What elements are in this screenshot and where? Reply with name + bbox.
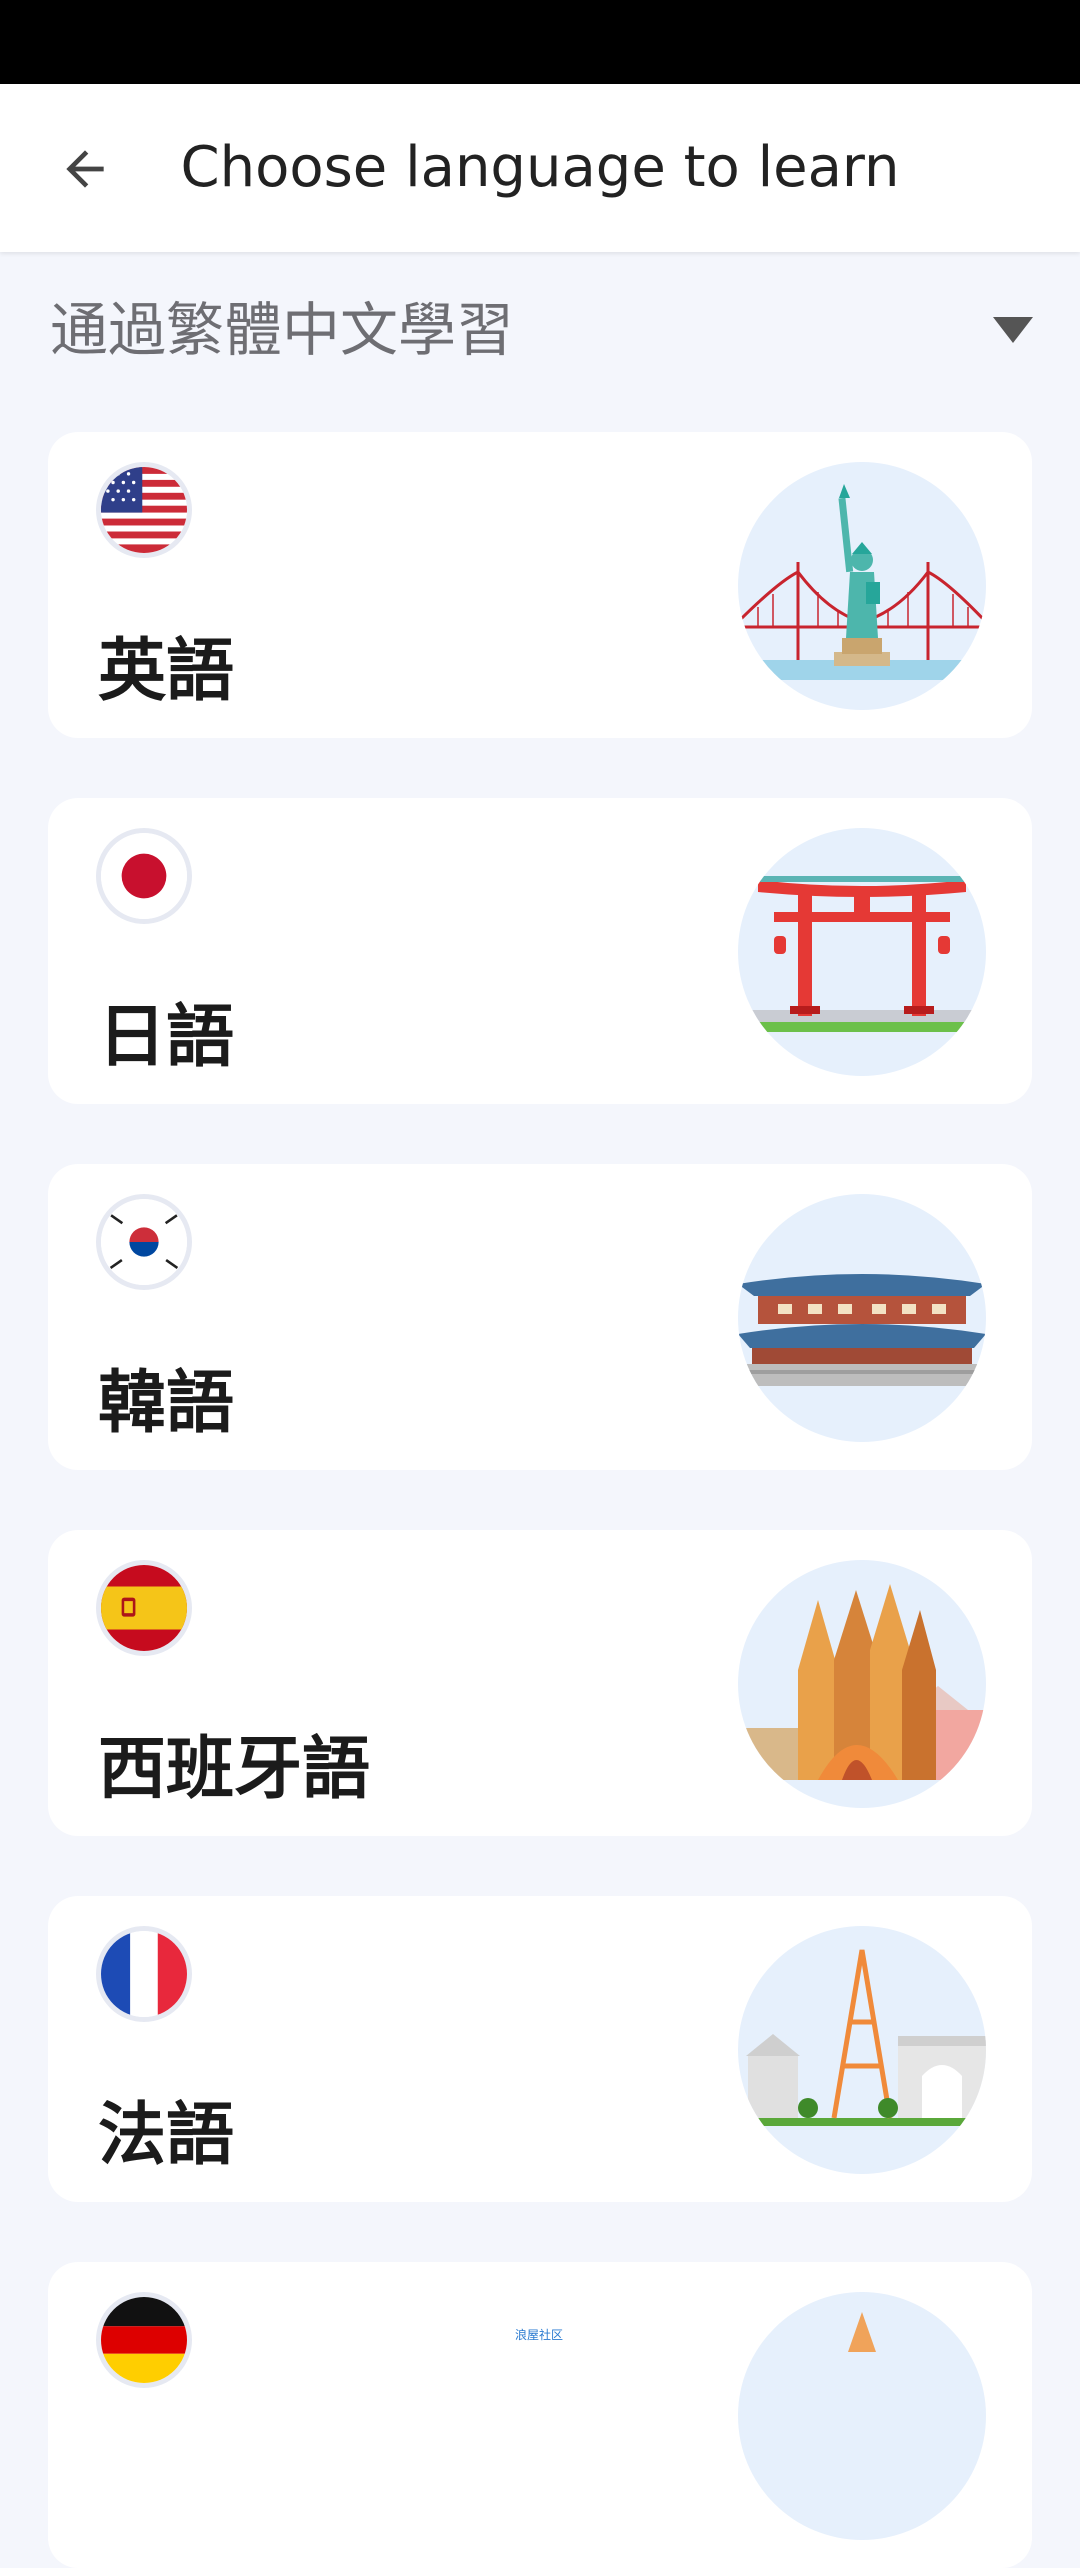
eiffel-tower-illustration [738, 1926, 986, 2174]
germany-flag-icon [96, 2292, 192, 2388]
spain-flag-icon [96, 1560, 192, 1656]
german-landmark-illustration [738, 2292, 986, 2540]
source-language-dropdown[interactable] [988, 310, 1038, 350]
korea-flag-icon [96, 1194, 192, 1290]
language-card-english[interactable]: 英語 [48, 432, 1032, 738]
status-bar [0, 0, 1080, 84]
language-card-french[interactable]: 法語 [48, 1896, 1032, 2202]
france-flag-icon [96, 1926, 192, 2022]
dropdown-triangle-icon [993, 317, 1033, 343]
language-card-japanese[interactable]: 日語 [48, 798, 1032, 1104]
language-card-korean[interactable]: 韓語 [48, 1164, 1032, 1470]
japan-flag-icon [96, 828, 192, 924]
source-language-label[interactable]: 通過繁體中文學習 [50, 290, 514, 370]
watermark-text: 浪屋社区 [515, 2328, 564, 2342]
language-card-german[interactable] [48, 2262, 1032, 2568]
us-flag-icon [96, 462, 192, 558]
language-name: 西班牙語 [98, 1730, 371, 1809]
language-name: 韓語 [98, 1364, 235, 1443]
language-name: 英語 [98, 632, 235, 711]
sagrada-familia-illustration [738, 1560, 986, 1808]
korean-palace-illustration [738, 1194, 986, 1442]
torii-gate-illustration [738, 828, 986, 1076]
language-card-spanish[interactable]: 西班牙語 [48, 1530, 1032, 1836]
app-bar: Choose language to learn [0, 84, 1080, 252]
language-name: 日語 [98, 998, 235, 1077]
statue-of-liberty-illustration [738, 462, 986, 710]
page-title: Choose language to learn [180, 135, 900, 200]
language-name: 法語 [98, 2096, 235, 2175]
